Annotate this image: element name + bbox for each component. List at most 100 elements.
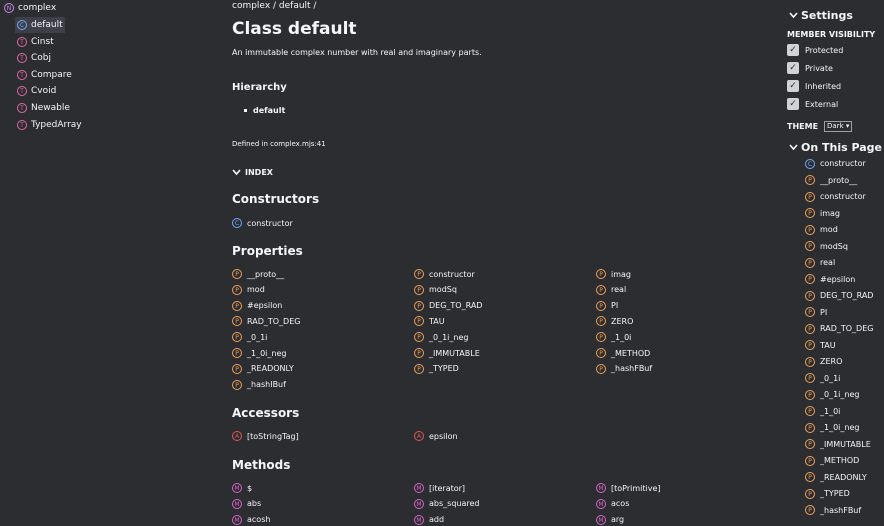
member-link[interactable]: P ZERO <box>596 315 633 327</box>
member-link[interactable]: PmodSq <box>414 284 457 296</box>
member-link[interactable]: P _0_1i <box>232 331 267 343</box>
property-icon: P <box>805 224 815 235</box>
sidebar-item-cobj[interactable]: T Cobj <box>15 50 53 66</box>
theme-select[interactable]: Dark ▾ <box>824 121 853 132</box>
member-link[interactable]: P DEG_TO_RAD <box>414 300 482 312</box>
index-toggle[interactable]: INDEX <box>232 168 273 177</box>
on-this-page-link[interactable]: P _METHOD <box>805 454 859 467</box>
on-this-page-label: _IMMUTABLE <box>820 439 871 449</box>
member-link[interactable]: P _0_1i_neg <box>414 331 468 343</box>
on-this-page-link[interactable]: P #epsilon <box>805 273 855 286</box>
checkbox-protected[interactable]: ✓ Protected <box>787 44 843 56</box>
member-label: DEG_TO_RAD <box>429 301 483 311</box>
on-this-page-link[interactable]: P _hashFBuf <box>805 504 861 517</box>
on-this-page-toggle[interactable]: On This Page <box>789 141 882 154</box>
nav-root-complex[interactable]: N complex <box>4 3 56 13</box>
member-label: _TYPED <box>429 364 459 374</box>
sidebar-item-cinst[interactable]: T Cinst <box>15 34 56 50</box>
checkbox-checked-icon[interactable]: ✓ <box>787 62 799 74</box>
member-link[interactable]: P _READONLY <box>232 363 294 375</box>
property-icon: P <box>232 379 242 390</box>
on-this-page-link[interactable]: Preal <box>805 256 835 269</box>
method-icon: M <box>232 483 242 493</box>
member-link[interactable]: M [iterator] <box>414 482 465 494</box>
member-link[interactable]: Marg <box>596 514 624 526</box>
on-this-page-link[interactable]: Pconstructor <box>805 190 866 203</box>
member-link[interactable]: P __proto__ <box>232 268 284 280</box>
on-this-page-link[interactable]: P _TYPED <box>805 487 850 500</box>
member-link[interactable]: P _TYPED <box>414 363 459 375</box>
on-this-page-link[interactable]: P DEG_TO_RAD <box>805 289 873 302</box>
member-label: _hashIBuf <box>247 380 286 390</box>
method-icon: M <box>596 483 606 493</box>
member-link[interactable]: M $ <box>232 482 252 494</box>
checkbox-private[interactable]: ✓ Private <box>787 62 833 74</box>
checkbox-checked-icon[interactable]: ✓ <box>787 80 799 92</box>
member-link[interactable]: Madd <box>414 514 444 526</box>
property-icon: P <box>805 505 815 515</box>
member-link[interactable]: Macosh <box>232 514 270 526</box>
on-this-page-label: #epsilon <box>820 274 856 284</box>
hierarchy-item-label: default <box>253 106 286 115</box>
checkbox-external[interactable]: ✓ External <box>787 98 838 110</box>
member-constructor-link[interactable]: C constructor <box>232 217 293 229</box>
settings-toggle[interactable]: Settings <box>789 9 853 22</box>
property-icon: P <box>414 332 424 343</box>
on-this-page-link[interactable]: P _0_1i_neg <box>805 388 859 401</box>
member-link[interactable]: P _METHOD <box>596 347 650 359</box>
on-this-page-link[interactable]: PmodSq <box>805 240 848 253</box>
member-link[interactable]: P _hashFBuf <box>596 363 652 375</box>
on-this-page-label: _1_0i <box>820 406 841 416</box>
member-link[interactable]: Pimag <box>596 268 631 280</box>
member-link[interactable]: M [toPrimitive] <box>596 482 661 494</box>
sidebar-item-cvoid[interactable]: T Cvoid <box>15 83 58 99</box>
member-link[interactable]: Pmod <box>232 284 265 296</box>
on-this-page-link[interactable]: P _READONLY <box>805 471 867 484</box>
chevron-down-icon <box>789 144 798 151</box>
checkbox-checked-icon[interactable]: ✓ <box>787 98 799 110</box>
on-this-page-link[interactable]: P _1_0i <box>805 405 840 418</box>
member-label: abs <box>247 499 262 509</box>
member-label: [toStringTag] <box>247 431 299 441</box>
member-link[interactable]: P RAD_TO_DEG <box>232 315 300 327</box>
sidebar-item-compare[interactable]: T Compare <box>15 67 74 83</box>
member-link[interactable]: P #epsilon <box>232 300 282 312</box>
on-this-page-link[interactable]: P _IMMUTABLE <box>805 438 871 451</box>
member-link[interactable]: P _1_0i <box>596 331 631 343</box>
sidebar-item-default[interactable]: Cdefault <box>15 17 65 33</box>
member-link[interactable]: P PI <box>596 300 618 312</box>
on-this-page-link[interactable]: P _1_0i_neg <box>805 421 859 434</box>
member-link[interactable]: Mabs_squared <box>414 498 479 510</box>
member-link[interactable]: Aepsilon <box>414 430 458 442</box>
member-link[interactable]: P TAU <box>414 315 445 327</box>
sidebar-item-newable[interactable]: T Newable <box>15 100 72 116</box>
method-icon: M <box>596 514 606 525</box>
on-this-page-link[interactable]: Pimag <box>805 207 840 220</box>
member-link[interactable]: Pconstructor <box>414 268 475 280</box>
member-link[interactable]: P _1_0i_neg <box>232 347 286 359</box>
member-link[interactable]: P _hashIBuf <box>232 379 286 391</box>
type-alias-icon: T <box>17 119 27 130</box>
type-alias-icon: T <box>17 36 27 47</box>
on-this-page-link[interactable]: P RAD_TO_DEG <box>805 322 873 335</box>
on-this-page-link[interactable]: Pmod <box>805 223 838 236</box>
defined-in-link[interactable]: Defined in complex.mjs:41 <box>232 140 326 148</box>
member-link[interactable]: Mabs <box>232 498 261 510</box>
breadcrumb[interactable]: complex / default / <box>232 1 316 11</box>
checkbox-checked-icon[interactable]: ✓ <box>787 44 799 56</box>
member-link[interactable]: A [toStringTag] <box>232 430 299 442</box>
on-this-page-link[interactable]: P __proto__ <box>805 174 857 187</box>
property-icon: P <box>596 316 606 327</box>
on-this-page-link[interactable]: P _0_1i <box>805 372 840 385</box>
member-label: epsilon <box>429 431 458 441</box>
member-link[interactable]: Macos <box>596 498 629 510</box>
member-label: mod <box>247 285 265 295</box>
on-this-page-link[interactable]: Cconstructor <box>805 157 866 170</box>
member-link[interactable]: Preal <box>596 284 626 296</box>
on-this-page-link[interactable]: P TAU <box>805 339 836 352</box>
on-this-page-link[interactable]: P ZERO <box>805 355 842 368</box>
sidebar-item-typedarray[interactable]: T TypedArray <box>15 117 84 133</box>
on-this-page-link[interactable]: P PI <box>805 306 827 319</box>
member-link[interactable]: P _IMMUTABLE <box>414 347 480 359</box>
checkbox-inherited[interactable]: ✓ Inherited <box>787 80 841 92</box>
